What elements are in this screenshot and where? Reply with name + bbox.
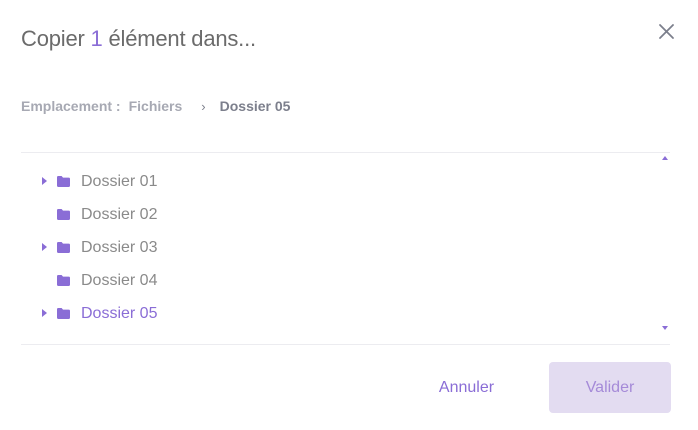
- title-count: 1: [90, 26, 103, 51]
- breadcrumb-prefix: Emplacement :: [21, 98, 121, 114]
- breadcrumb: Emplacement : Fichiers › Dossier 05: [21, 98, 290, 114]
- title-prefix: Copier: [21, 26, 85, 51]
- title-suffix: élément dans...: [108, 26, 257, 51]
- tree-item-dossier-04[interactable]: Dossier 04: [21, 269, 621, 293]
- breadcrumb-current: Dossier 05: [219, 98, 291, 114]
- folder-icon: [57, 308, 70, 319]
- close-icon: [659, 24, 674, 39]
- cancel-button[interactable]: Annuler: [420, 362, 513, 413]
- folder-icon: [57, 209, 70, 220]
- breadcrumb-root-link[interactable]: Fichiers: [129, 98, 183, 114]
- tree-item-dossier-02[interactable]: Dossier 02: [21, 203, 621, 227]
- folder-tree: Dossier 01 Dossier 02 Dossier 03 Dossier…: [21, 156, 670, 342]
- folder-icon: [57, 176, 70, 187]
- tree-item-label: Dossier 02: [81, 206, 158, 223]
- bottom-divider: [21, 344, 670, 345]
- tree-item-label: Dossier 03: [81, 239, 158, 256]
- tree-item-label: Dossier 04: [81, 272, 158, 289]
- folder-icon: [57, 275, 70, 286]
- dialog-title: Copier 1 élément dans...: [21, 26, 256, 52]
- tree-item-dossier-03[interactable]: Dossier 03: [21, 236, 621, 260]
- top-divider: [21, 152, 670, 153]
- tree-item-dossier-01[interactable]: Dossier 01: [21, 170, 621, 194]
- copy-dialog: Copier 1 élément dans... Emplacement : F…: [0, 0, 698, 430]
- caret-right-icon[interactable]: [42, 177, 47, 185]
- caret-right-icon[interactable]: [42, 309, 47, 317]
- tree-item-label: Dossier 05: [81, 305, 158, 322]
- validate-button[interactable]: Valider: [549, 362, 671, 413]
- tree-item-label: Dossier 01: [81, 173, 158, 190]
- breadcrumb-separator-icon: ›: [201, 98, 206, 114]
- caret-right-icon[interactable]: [42, 243, 47, 251]
- scroll-down-icon[interactable]: [662, 326, 668, 330]
- folder-icon: [57, 242, 70, 253]
- tree-item-dossier-05[interactable]: Dossier 05: [21, 302, 621, 326]
- close-button[interactable]: [656, 21, 678, 43]
